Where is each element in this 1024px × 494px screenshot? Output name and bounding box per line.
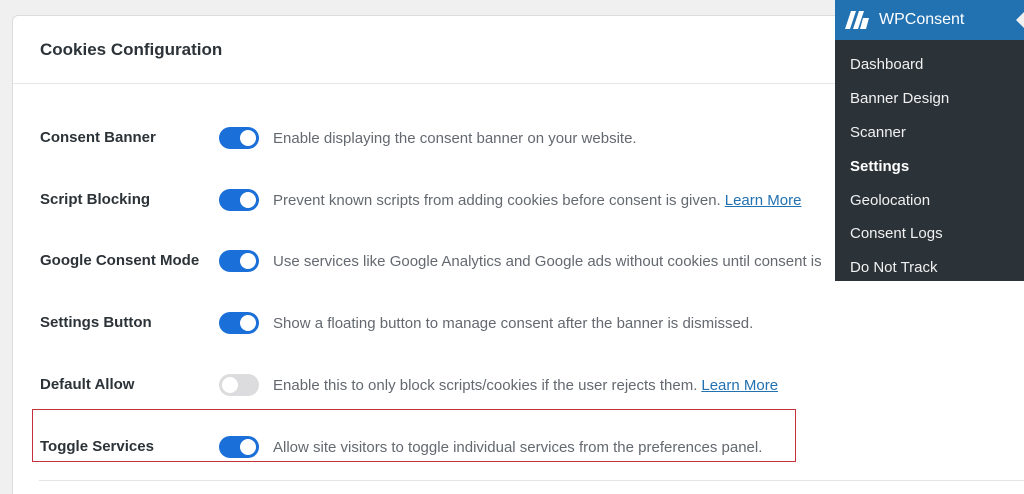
- setting-row-settings-button: Settings Button Show a floating button t…: [13, 304, 1013, 344]
- description-text: Use services like Google Analytics and G…: [273, 253, 822, 270]
- setting-description: Show a floating button to manage consent…: [273, 315, 753, 332]
- wpconsent-logo-icon: [845, 11, 869, 29]
- consent-banner-toggle[interactable]: [219, 127, 259, 149]
- menu-item-dashboard[interactable]: Dashboard: [835, 48, 1024, 82]
- setting-label: Consent Banner: [40, 129, 156, 146]
- menu-item-banner-design[interactable]: Banner Design: [835, 82, 1024, 116]
- setting-label: Default Allow: [40, 376, 135, 393]
- wpconsent-menu-title: WPConsent: [879, 11, 965, 28]
- description-text: Show a floating button to manage consent…: [273, 315, 754, 332]
- setting-description: Enable displaying the consent banner on …: [273, 130, 637, 147]
- toggle-knob: [240, 315, 256, 331]
- menu-item-scanner[interactable]: Scanner: [835, 116, 1024, 150]
- setting-description: Enable this to only block scripts/cookie…: [273, 377, 778, 394]
- toggle-knob: [240, 192, 256, 208]
- highlight-box: [32, 409, 796, 462]
- setting-description: Prevent known scripts from adding cookie…: [273, 192, 801, 209]
- menu-item-geolocation[interactable]: Geolocation: [835, 183, 1024, 217]
- settings-button-toggle[interactable]: [219, 312, 259, 334]
- google-consent-mode-toggle[interactable]: [219, 250, 259, 272]
- learn-more-link[interactable]: Learn More: [725, 192, 802, 209]
- description-text: Enable this to only block scripts/cookie…: [273, 377, 698, 394]
- menu-item-settings[interactable]: Settings: [835, 149, 1024, 183]
- setting-description: Use services like Google Analytics and G…: [273, 253, 822, 270]
- description-text: Prevent known scripts from adding cookie…: [273, 192, 721, 209]
- setting-label: Script Blocking: [40, 191, 151, 208]
- wpconsent-admin-submenu: WPConsent Dashboard Banner Design Scanne…: [835, 0, 1024, 281]
- menu-item-consent-logs[interactable]: Consent Logs: [835, 217, 1024, 251]
- description-text: Enable displaying the consent banner on …: [273, 130, 637, 147]
- wpconsent-menu-header[interactable]: WPConsent: [835, 0, 1024, 40]
- menu-item-do-not-track[interactable]: Do Not Track: [835, 251, 1024, 285]
- toggle-knob: [222, 377, 238, 393]
- setting-label: Settings Button: [40, 314, 152, 331]
- wpconsent-submenu-list: Dashboard Banner Design Scanner Settings…: [835, 40, 1024, 285]
- toggle-knob: [240, 130, 256, 146]
- setting-row-default-allow: Default Allow Enable this to only block …: [13, 366, 1013, 406]
- toggle-knob: [240, 253, 256, 269]
- learn-more-link[interactable]: Learn More: [701, 377, 778, 394]
- default-allow-toggle[interactable]: [219, 374, 259, 396]
- menu-pointer-arrow: [1016, 12, 1024, 28]
- page-title: Cookies Configuration: [40, 39, 223, 59]
- setting-label: Google Consent Mode: [40, 252, 200, 269]
- script-blocking-toggle[interactable]: [219, 189, 259, 211]
- divider: [39, 480, 1024, 481]
